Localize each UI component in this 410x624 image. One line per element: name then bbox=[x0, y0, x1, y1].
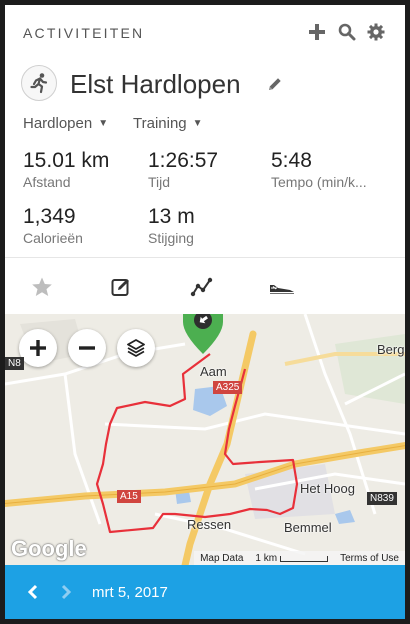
edit-name-button[interactable] bbox=[267, 76, 283, 92]
map-label-berg: Berg bbox=[377, 342, 405, 357]
plus-icon bbox=[30, 340, 46, 356]
search-button[interactable] bbox=[336, 21, 358, 43]
stat-pace: 5:48 Tempo (min/k... bbox=[271, 149, 367, 190]
shoe-icon bbox=[270, 285, 294, 294]
next-activity-button[interactable] bbox=[57, 583, 75, 601]
road-sign-a15: A15 bbox=[117, 490, 141, 503]
stat-elevation: 13 m Stijging bbox=[148, 205, 195, 246]
caret-down-icon: ▼ bbox=[192, 118, 203, 129]
previous-activity-button[interactable] bbox=[24, 583, 42, 601]
activity-panel: ACTIVITEITEN Elst Hardlopen Hardlopen ▼ … bbox=[5, 5, 405, 619]
map-scale: 1 km bbox=[249, 553, 334, 564]
favorite-button[interactable] bbox=[29, 274, 55, 300]
minus-icon bbox=[79, 346, 95, 350]
stat-time-label: Tijd bbox=[148, 174, 171, 190]
activity-name: Elst Hardlopen bbox=[70, 69, 241, 99]
sport-select[interactable]: Hardlopen ▼ bbox=[23, 115, 108, 132]
star-icon bbox=[32, 277, 52, 296]
stat-distance-value: 15.01 km bbox=[23, 149, 110, 172]
top-bar: ACTIVITEITEN bbox=[5, 5, 405, 57]
stat-pace-value: 5:48 bbox=[271, 149, 312, 172]
action-bar bbox=[5, 257, 405, 314]
map-layers-button[interactable] bbox=[117, 329, 155, 367]
map-label-bemmel: Bemmel bbox=[284, 520, 332, 535]
stat-calories-label: Calorieën bbox=[23, 230, 83, 246]
road-sign-n8: N8 bbox=[5, 357, 24, 370]
zoom-out-button[interactable] bbox=[68, 329, 106, 367]
date-nav-bar: mrt 5, 2017 bbox=[5, 565, 405, 619]
page-title: ACTIVITEITEN bbox=[23, 25, 145, 41]
plus-icon bbox=[309, 24, 325, 40]
stat-time: 1:26:57 Tijd bbox=[148, 149, 218, 190]
caret-down-icon: ▼ bbox=[98, 118, 109, 129]
map-attribution: Map Data 1 km Terms of Use bbox=[194, 551, 405, 565]
sport-select-value: Hardlopen bbox=[23, 115, 93, 132]
chart-line-icon bbox=[190, 277, 213, 297]
scale-bar bbox=[280, 555, 329, 562]
stat-elevation-value: 13 m bbox=[148, 205, 195, 228]
gear-icon bbox=[367, 23, 385, 41]
map-label-aam: Aam bbox=[200, 364, 227, 379]
category-select-value: Training bbox=[133, 115, 187, 132]
stat-time-value: 1:26:57 bbox=[148, 149, 219, 172]
stat-calories: 1,349 Calorieën bbox=[23, 205, 83, 246]
edit-notes-button[interactable] bbox=[108, 274, 134, 300]
road-sign-n839: N839 bbox=[367, 492, 397, 505]
map-label-het-hoog: Het Hoog bbox=[300, 481, 355, 496]
edit-note-icon bbox=[111, 279, 129, 296]
settings-button[interactable] bbox=[365, 21, 387, 43]
activity-type-badge bbox=[21, 65, 57, 101]
route-map[interactable]: Aam Berg Het Hoog Ressen Bemmel A325 A15… bbox=[5, 314, 405, 565]
stat-distance-label: Afstand bbox=[23, 174, 71, 190]
stat-pace-label: Tempo (min/k... bbox=[271, 174, 367, 190]
gear-shoe-button[interactable] bbox=[267, 274, 297, 300]
running-icon bbox=[30, 73, 48, 94]
stat-distance: 15.01 km Afstand bbox=[23, 149, 109, 190]
stat-calories-value: 1,349 bbox=[23, 205, 76, 228]
map-scale-label: 1 km bbox=[255, 552, 278, 564]
chevron-right-icon bbox=[61, 584, 72, 600]
activity-date: mrt 5, 2017 bbox=[92, 584, 168, 601]
chevron-left-icon bbox=[27, 584, 38, 600]
map-data-link[interactable]: Map Data bbox=[194, 553, 249, 564]
google-logo: Google bbox=[11, 536, 87, 561]
map-label-ressen: Ressen bbox=[187, 517, 232, 532]
charts-button[interactable] bbox=[189, 274, 215, 300]
category-select[interactable]: Training ▼ bbox=[133, 115, 203, 132]
activity-summary: Elst Hardlopen Hardlopen ▼ Training ▼ 15.0… bbox=[5, 57, 405, 257]
search-icon bbox=[338, 23, 356, 41]
terms-link[interactable]: Terms of Use bbox=[334, 553, 405, 564]
add-button[interactable] bbox=[306, 21, 328, 43]
zoom-in-button[interactable] bbox=[19, 329, 57, 367]
layers-icon bbox=[127, 339, 145, 357]
road-sign-a325: A325 bbox=[213, 381, 243, 394]
stat-elevation-label: Stijging bbox=[148, 230, 194, 246]
pencil-icon bbox=[269, 78, 281, 90]
